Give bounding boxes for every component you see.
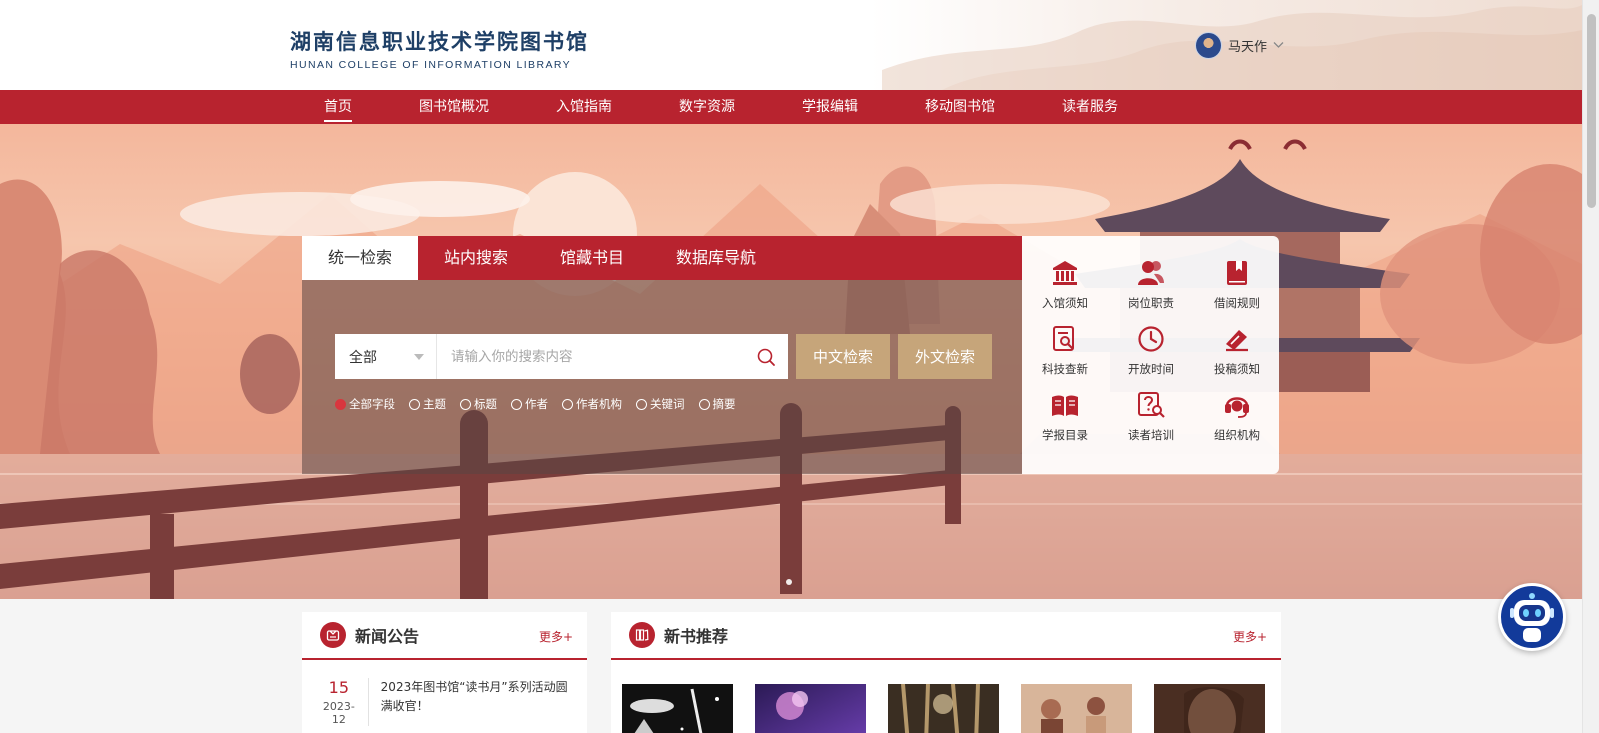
open-book-icon [1052,395,1078,416]
user-name: 马天作 [1228,40,1268,55]
nav-item-home[interactable]: 首页 [324,90,352,124]
nav-item-reader-services[interactable]: 读者服务 [1062,90,1118,124]
document-search-icon [1053,326,1074,351]
chat-assistant-button[interactable] [1498,583,1566,651]
tab-unified-search[interactable]: 统一检索 [302,236,419,280]
question-search-icon [1138,392,1165,418]
field-option-title[interactable]: 标题 [460,396,497,412]
radio-icon [698,398,710,410]
radio-icon [409,398,420,410]
book-bookmark-icon [1227,261,1247,285]
caret-down-icon [414,353,424,360]
site-header: 湖南信息职业技术学院图书馆 HUNAN COLLEGE OF INFORMATI… [0,0,1582,90]
news-card: 新闻公告 更多+ 15 2023-12 2023年图书馆“读书月”系列活动圆满收… [302,612,587,733]
quick-link-job-duties[interactable]: 岗位职责 [1108,258,1194,316]
radio-icon [511,398,522,410]
submit-icon [1226,330,1248,352]
radio-icon [460,398,471,410]
tab-database-nav[interactable]: 数据库导航 [650,236,782,280]
book-cover[interactable] [1021,684,1132,733]
chinese-search-button[interactable]: 中文检索 [796,334,890,379]
quick-links-panel: 入馆须知 岗位职责 借阅规则 科技查新 开放时间 投稿须知 学报目录 读者培训 [1022,236,1279,474]
tab-site-search[interactable]: 站内搜索 [418,236,534,280]
main-nav: 首页 图书馆概况 入馆指南 数字资源 学报编辑 移动图书馆 读者服务 [0,90,1582,124]
book-cover[interactable] [1154,684,1265,733]
quick-link-novelty-search[interactable]: 科技查新 [1022,324,1108,382]
radio-checked-icon [335,398,346,410]
page-scrollbar[interactable] [1582,0,1599,733]
quick-link-borrowing-rules[interactable]: 借阅规则 [1194,258,1280,316]
headset-icon [1225,397,1249,418]
logo-english-name: HUNAN COLLEGE OF INFORMATION LIBRARY [290,59,572,71]
news-day: 15 [328,678,350,697]
books-more-link[interactable]: 更多+ [1233,628,1267,645]
museum-icon [1053,261,1077,285]
field-option-keyword[interactable]: 关键词 [636,396,685,412]
search-field-options: 全部字段 主题 标题 作者 作者机构 关键词 摘要 [335,396,750,412]
user-menu[interactable]: 马天作 [1195,32,1284,59]
book-cover[interactable] [755,684,866,733]
nav-item-mobile-library[interactable]: 移动图书馆 [925,90,995,124]
new-books-card-title: 新书推荐 [664,627,729,646]
quick-link-organization[interactable]: 组织机构 [1194,390,1280,448]
radio-icon [562,398,573,410]
field-option-all[interactable]: 全部字段 [335,396,395,412]
news-card-title: 新闻公告 [355,627,420,646]
field-option-author[interactable]: 作者 [511,396,548,412]
chevron-down-icon [1273,39,1284,52]
search-scope-select[interactable]: 全部 [335,334,437,379]
robot-icon [1510,593,1554,642]
tab-catalog[interactable]: 馆藏书目 [534,236,650,280]
book-cover-list [611,660,1281,733]
nav-item-guide[interactable]: 入馆指南 [556,90,612,124]
users-icon [1138,261,1164,285]
search-tabs: 统一检索 站内搜索 馆藏书目 数据库导航 [302,236,1022,280]
field-option-institution[interactable]: 作者机构 [562,396,622,412]
new-books-card-header: 新书推荐 更多+ [611,612,1281,660]
foreign-search-button[interactable]: 外文检索 [898,334,992,379]
radio-icon [636,398,647,410]
carousel-indicator[interactable] [786,579,792,585]
news-year-month: 2023-12 [322,700,355,726]
book-cover[interactable] [622,684,733,733]
news-more-link[interactable]: 更多+ [539,628,573,645]
book-cover[interactable] [888,684,999,733]
news-card-header: 新闻公告 更多+ [302,612,587,660]
quick-link-opening-hours[interactable]: 开放时间 [1108,324,1194,382]
nav-item-journal-editing[interactable]: 学报编辑 [802,90,858,124]
announcement-icon [320,622,346,648]
avatar [1195,32,1222,59]
quick-link-entry-notice[interactable]: 入馆须知 [1022,258,1108,316]
search-icon[interactable] [744,334,788,379]
list-item[interactable]: 15 2023-12 2023年图书馆“读书月”系列活动圆满收官！ [302,660,587,726]
quick-link-journal-catalog[interactable]: 学报目录 [1022,390,1108,448]
search-box: 全部 [335,334,788,379]
search-scope-value: 全部 [349,349,377,366]
scrollbar-thumb[interactable] [1587,14,1596,208]
field-option-abstract[interactable]: 摘要 [698,396,736,412]
search-panel: 统一检索 站内搜索 馆藏书目 数据库导航 全部 中文检索 外文检索 全部字段 主… [302,236,1022,474]
nav-item-overview[interactable]: 图书馆概况 [419,90,489,124]
quick-link-reader-training[interactable]: 读者培训 [1108,390,1194,448]
books-icon [629,622,655,648]
new-books-card: 新书推荐 更多+ [611,612,1281,733]
logo-chinese-name: 湖南信息职业技术学院图书馆 [290,29,589,54]
library-logo[interactable]: 湖南信息职业技术学院图书馆 HUNAN COLLEGE OF INFORMATI… [290,26,589,71]
news-headline: 2023年图书馆“读书月”系列活动圆满收官！ [380,680,568,713]
clock-icon [1138,326,1164,352]
nav-item-digital-resources[interactable]: 数字资源 [679,90,735,124]
field-option-subject[interactable]: 主题 [409,396,446,412]
news-date: 15 2023-12 [320,678,369,726]
quick-link-submission-notice[interactable]: 投稿须知 [1194,324,1280,382]
search-input[interactable] [437,334,744,379]
